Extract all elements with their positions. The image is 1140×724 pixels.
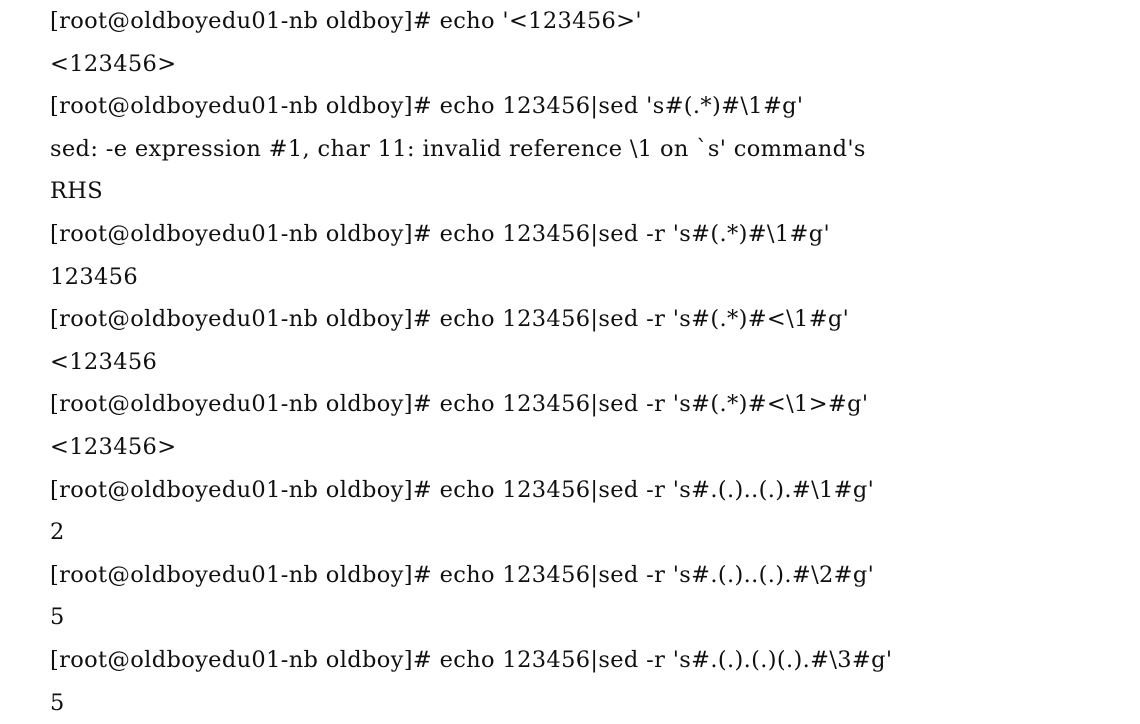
output-text: <123456> — [50, 50, 177, 77]
output-text: 123456 — [50, 263, 138, 290]
shell-command-text: echo 123456|sed -r 's#(.*)#\1#g' — [432, 220, 831, 247]
shell-prompt: [root@oldboyedu01-nb oldboy]# — [50, 220, 433, 247]
output-text: 5 — [50, 689, 65, 716]
terminal-output-line: 123456 — [0, 256, 1140, 299]
terminal-window[interactable]: [root@oldboyedu01-nb oldboy]# echo '<123… — [0, 0, 1140, 724]
error-text: sed: -e expression #1, char 11: invalid … — [50, 135, 866, 162]
shell-command-text: echo 123456|sed -r 's#.(.)..(.).#\2#g' — [432, 561, 875, 588]
terminal-output-line: <123456> — [0, 43, 1140, 86]
shell-prompt: [root@oldboyedu01-nb oldboy]# — [50, 93, 433, 120]
terminal-output-line: 5 — [0, 682, 1140, 724]
output-text: <123456> — [50, 433, 177, 460]
terminal-command-line: [root@oldboyedu01-nb oldboy]# echo 12345… — [0, 213, 1140, 256]
terminal-output-line: 2 — [0, 511, 1140, 554]
shell-command-text: echo 123456|sed -r 's#(.*)#<\1>#g' — [432, 391, 869, 418]
terminal-command-line: [root@oldboyedu01-nb oldboy]# echo 12345… — [0, 298, 1140, 341]
terminal-command-line: [root@oldboyedu01-nb oldboy]# echo '<123… — [0, 0, 1140, 43]
shell-prompt: [root@oldboyedu01-nb oldboy]# — [50, 306, 433, 333]
terminal-command-line: [root@oldboyedu01-nb oldboy]# echo 12345… — [0, 85, 1140, 128]
terminal-output-line: 5 — [0, 596, 1140, 639]
shell-prompt: [root@oldboyedu01-nb oldboy]# — [50, 391, 433, 418]
terminal-command-line: [root@oldboyedu01-nb oldboy]# echo 12345… — [0, 639, 1140, 682]
shell-command-text: echo 123456|sed -r 's#.(.)..(.).#\1#g' — [432, 476, 875, 503]
terminal-output-line: <123456 — [0, 341, 1140, 384]
shell-command-text: echo '<123456>' — [432, 8, 642, 34]
shell-prompt: [root@oldboyedu01-nb oldboy]# — [50, 476, 433, 503]
output-text: <123456 — [50, 348, 158, 375]
output-text: 5 — [50, 604, 65, 631]
terminal-command-line: [root@oldboyedu01-nb oldboy]# echo 12345… — [0, 383, 1140, 426]
terminal-output-line: <123456> — [0, 426, 1140, 469]
error-text: RHS — [50, 178, 104, 205]
shell-command-text: echo 123456|sed 's#(.*)#\1#g' — [432, 93, 804, 120]
shell-prompt: [root@oldboyedu01-nb oldboy]# — [50, 8, 433, 34]
shell-prompt: [root@oldboyedu01-nb oldboy]# — [50, 561, 433, 588]
output-text: 2 — [50, 519, 65, 546]
terminal-command-line: [root@oldboyedu01-nb oldboy]# echo 12345… — [0, 554, 1140, 597]
shell-prompt: [root@oldboyedu01-nb oldboy]# — [50, 646, 433, 673]
terminal-command-line: [root@oldboyedu01-nb oldboy]# echo 12345… — [0, 469, 1140, 512]
terminal-error-line: RHS — [0, 170, 1140, 213]
terminal-error-line: sed: -e expression #1, char 11: invalid … — [0, 128, 1140, 171]
shell-command-text: echo 123456|sed -r 's#.(.).(.)(.).#\3#g' — [432, 646, 893, 673]
shell-command-text: echo 123456|sed -r 's#(.*)#<\1#g' — [432, 306, 850, 333]
